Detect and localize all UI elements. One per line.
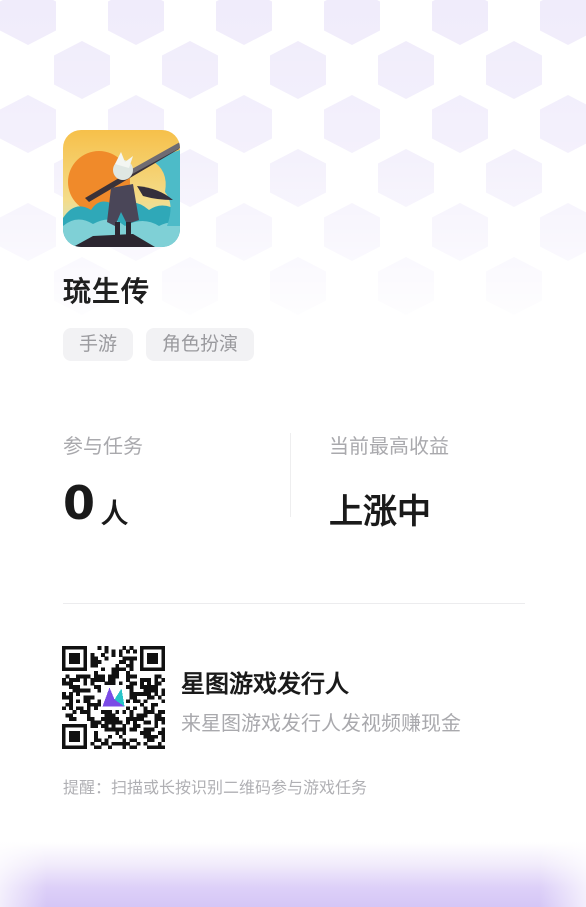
section-divider (63, 603, 525, 604)
game-title: 琉生传 (63, 275, 151, 308)
participants-unit: 人 (101, 499, 128, 530)
qr-subtitle: 来星图游戏发行人发视频赚现金 (181, 711, 461, 735)
max-income-value: 上涨中 (329, 492, 431, 532)
share-card: 琉生传 手游 角色扮演 参与任务 0 人 当前最高收益 上涨中 星图游戏发行人 … (0, 0, 586, 907)
participants-count: 0 (63, 476, 96, 530)
scan-tip: 提醒：扫描或长按识别二维码参与游戏任务 (63, 778, 368, 797)
participants-label: 参与任务 (63, 434, 143, 458)
tag-list: 手游 角色扮演 (63, 328, 255, 361)
tag-genre: 角色扮演 (146, 328, 255, 361)
stats-divider (290, 433, 291, 517)
game-icon (63, 130, 180, 247)
max-income-label: 当前最高收益 (329, 434, 449, 458)
bottom-gradient-band (0, 842, 586, 907)
qr-code-icon[interactable] (62, 646, 166, 750)
qr-title: 星图游戏发行人 (181, 670, 349, 698)
tag-platform: 手游 (63, 328, 134, 361)
